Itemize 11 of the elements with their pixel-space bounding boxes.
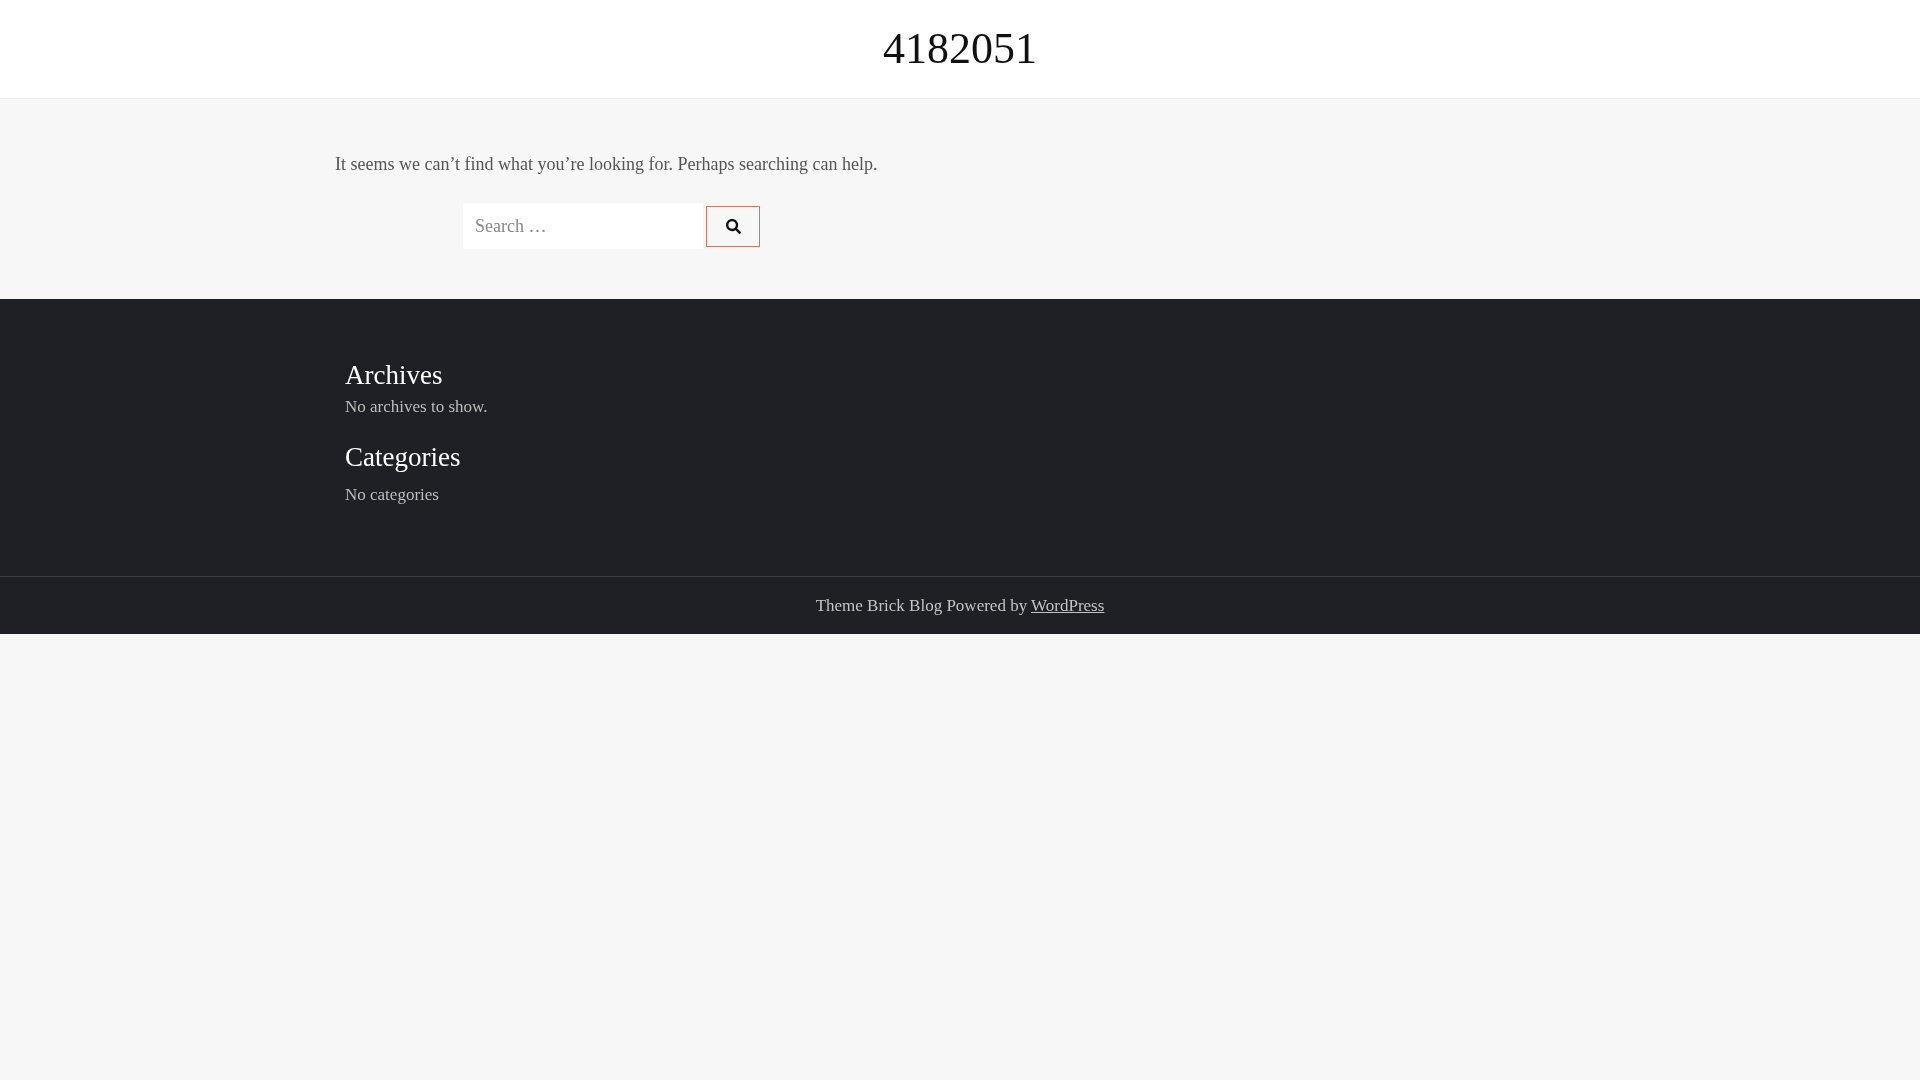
search-button[interactable]	[706, 205, 760, 247]
widget-title: Archives	[345, 359, 443, 391]
widget-text: No archives to show.	[345, 397, 488, 416]
wordpress-link[interactable]: WordPress	[1031, 595, 1105, 615]
widget-title: Categories	[345, 441, 461, 473]
widget-text: No categories	[345, 485, 439, 504]
search-icon	[725, 218, 741, 234]
site-title: 4182051	[883, 23, 1037, 75]
search-field[interactable]: Search …	[463, 203, 703, 249]
footer-credit: Theme Brick Blog Powered by WordPress	[815, 594, 1105, 617]
not-found-message: It seems we can’t find what you’re looking for. Perhaps searching can help.	[335, 153, 878, 176]
